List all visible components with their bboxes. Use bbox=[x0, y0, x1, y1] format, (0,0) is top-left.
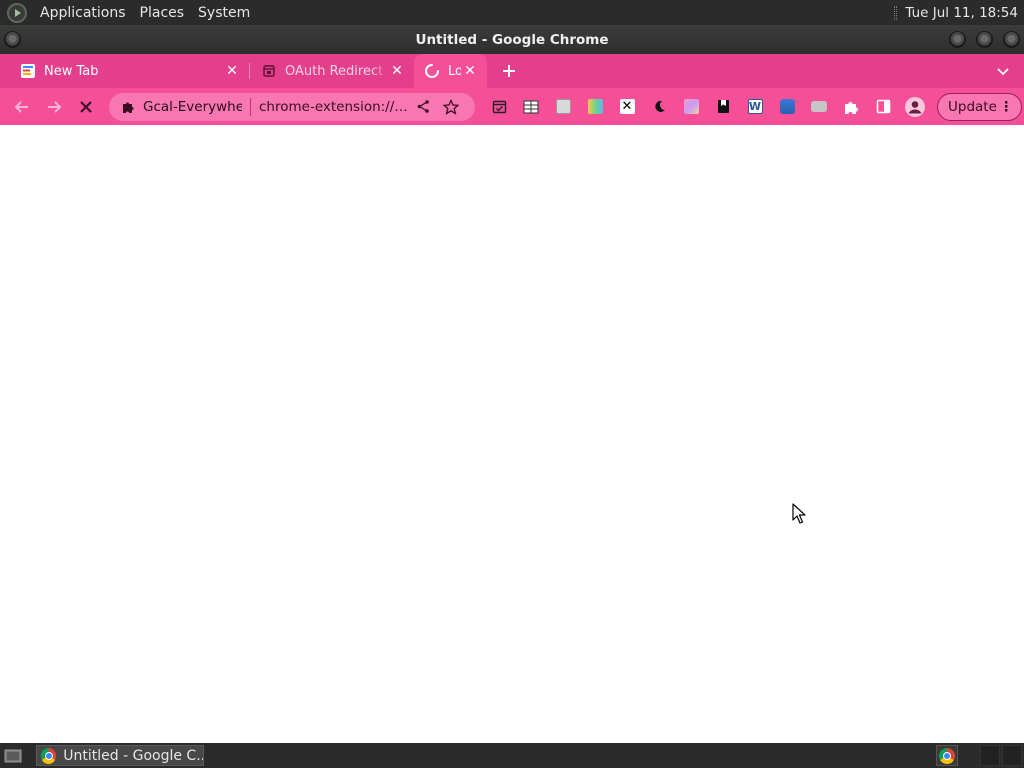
arrow-right-icon bbox=[48, 100, 62, 113]
star-icon bbox=[443, 98, 459, 115]
bookmark-icon[interactable] bbox=[707, 91, 739, 123]
url-text[interactable]: chrome-extension://g... bbox=[259, 99, 409, 115]
bottom-panel: Untitled - Google C... bbox=[0, 743, 1024, 768]
profile-avatar-icon[interactable] bbox=[899, 91, 931, 123]
close-tab-icon[interactable]: ✕ bbox=[388, 62, 406, 80]
chrome-icon bbox=[41, 747, 57, 764]
word-icon[interactable]: W bbox=[739, 91, 771, 123]
menu-system[interactable]: System bbox=[191, 5, 257, 21]
arrow-left-icon bbox=[14, 100, 28, 113]
close-icon bbox=[80, 100, 92, 113]
stop-loading-button[interactable] bbox=[70, 91, 102, 123]
update-label: Update bbox=[948, 98, 997, 115]
tray-chrome-button[interactable] bbox=[936, 745, 958, 766]
new-tab-favicon-icon bbox=[21, 64, 35, 78]
close-window-button[interactable] bbox=[1003, 31, 1020, 48]
back-button[interactable] bbox=[6, 91, 38, 123]
tab-oauth-redirect[interactable]: OAuth Redirect P ✕ bbox=[249, 54, 414, 88]
top-panel: Applications Places System Tue Jul 11, 1… bbox=[0, 0, 1024, 25]
distro-logo-icon[interactable] bbox=[7, 2, 27, 23]
loading-spinner-icon bbox=[425, 64, 439, 78]
tab-new-tab[interactable]: New Tab ✕ bbox=[0, 54, 249, 88]
chrome-icon bbox=[939, 747, 955, 764]
new-tab-button[interactable] bbox=[493, 55, 525, 87]
desktop-icon bbox=[4, 749, 22, 762]
address-bar[interactable]: Gcal-Everywher chrome-extension://g... bbox=[109, 92, 475, 121]
menu-applications[interactable]: Applications bbox=[33, 5, 133, 21]
screenshot-icon[interactable] bbox=[547, 91, 579, 123]
panel-clock[interactable]: Tue Jul 11, 18:54 bbox=[905, 5, 1018, 21]
tab-loading-active[interactable]: Lo ✕ bbox=[414, 54, 487, 88]
kebab-menu-icon[interactable]: ⋮ bbox=[1000, 99, 1014, 115]
moon-icon[interactable] bbox=[643, 91, 675, 123]
show-desktop-button[interactable] bbox=[2, 747, 24, 765]
share-icon bbox=[417, 100, 429, 113]
page-content[interactable] bbox=[0, 125, 1024, 743]
forward-button[interactable] bbox=[38, 91, 70, 123]
workspace-1[interactable] bbox=[980, 745, 1000, 766]
media-icon[interactable] bbox=[771, 91, 803, 123]
share-button[interactable] bbox=[409, 93, 437, 121]
tab-title: OAuth Redirect P bbox=[285, 63, 388, 79]
puzzle-icon[interactable] bbox=[835, 91, 867, 123]
menu-places[interactable]: Places bbox=[133, 5, 192, 21]
color-palette-icon[interactable] bbox=[579, 91, 611, 123]
close-tab-icon[interactable]: ✕ bbox=[223, 62, 241, 80]
plus-icon bbox=[503, 65, 515, 77]
window-menu-button[interactable] bbox=[4, 31, 21, 48]
calendar-check-icon[interactable] bbox=[483, 91, 515, 123]
taskbar-chrome-window[interactable]: Untitled - Google C... bbox=[36, 745, 204, 766]
mouse-cursor-icon bbox=[792, 503, 806, 524]
minimize-button[interactable] bbox=[949, 31, 966, 48]
toggle-icon[interactable] bbox=[803, 91, 835, 123]
tab-strip: New Tab ✕ OAuth Redirect P ✕ Lo ✕ bbox=[0, 54, 1024, 88]
browser-toolbar: Gcal-Everywher chrome-extension://g... ✕ bbox=[0, 88, 1024, 125]
calendar-favicon-icon bbox=[263, 65, 275, 77]
panel-grip-icon bbox=[894, 5, 898, 20]
gradient-icon[interactable] bbox=[675, 91, 707, 123]
workspace-2[interactable] bbox=[1002, 745, 1022, 766]
tab-title: New Tab bbox=[44, 63, 99, 79]
tab-title: Lo bbox=[448, 63, 461, 79]
window-title: Untitled - Google Chrome bbox=[415, 31, 609, 48]
tab-search-chevron-down-icon[interactable] bbox=[994, 62, 1012, 80]
omnibox-divider bbox=[250, 97, 251, 116]
bookmark-star-button[interactable] bbox=[437, 93, 465, 121]
maximize-button[interactable] bbox=[976, 31, 993, 48]
puzzle-icon bbox=[123, 102, 134, 113]
table-icon[interactable] bbox=[515, 91, 547, 123]
close-tab-icon[interactable]: ✕ bbox=[461, 62, 479, 80]
x-icon[interactable]: ✕ bbox=[611, 91, 643, 123]
update-button[interactable]: Update ⋮ bbox=[937, 92, 1022, 121]
extension-name-chip: Gcal-Everywher bbox=[143, 98, 242, 115]
taskbar-window-title: Untitled - Google C... bbox=[63, 747, 203, 764]
side-panel-icon[interactable] bbox=[867, 91, 899, 123]
window-titlebar[interactable]: Untitled - Google Chrome bbox=[0, 25, 1024, 54]
